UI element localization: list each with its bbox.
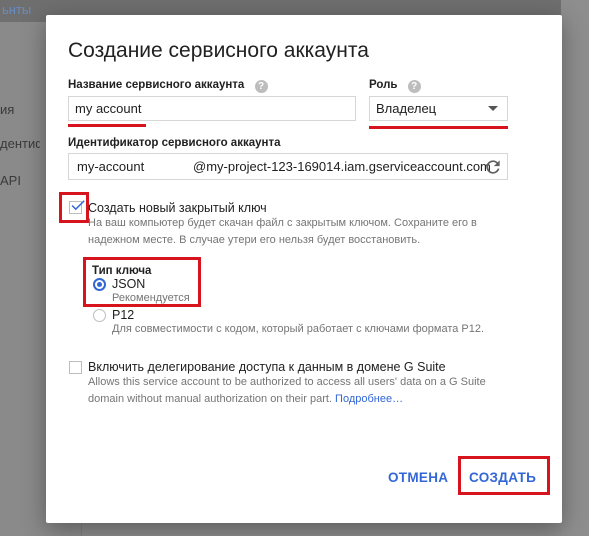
service-account-id-label: Идентификатор сервисного аккаунта: [68, 137, 281, 149]
highlight-box: [458, 456, 550, 495]
gsuite-delegation-label[interactable]: Включить делегирование доступа к данным …: [88, 360, 446, 374]
background-sidebar-item: дентифи: [0, 136, 40, 151]
create-key-label[interactable]: Создать новый закрытый ключ: [88, 201, 267, 215]
json-option-label[interactable]: JSON: [112, 277, 145, 291]
cancel-button[interactable]: ОТМЕНА: [388, 470, 448, 485]
create-key-hint: На ваш компьютер будет скачан файл с зак…: [88, 215, 477, 249]
p12-radio[interactable]: [93, 309, 106, 322]
background-sidebar-item: ия: [0, 102, 15, 117]
service-account-id-field[interactable]: my-account @my-project-123-169014.iam.gs…: [68, 153, 508, 180]
service-account-name-label: Название сервисного аккаунта ?: [68, 79, 268, 93]
learn-more-link[interactable]: Подробнее…: [335, 393, 403, 405]
gsuite-hint-line: Allows this service account to be author…: [88, 376, 486, 388]
help-icon[interactable]: ?: [254, 80, 268, 93]
role-select[interactable]: Владелец: [369, 96, 508, 121]
gsuite-delegation-checkbox[interactable]: [69, 361, 82, 374]
service-account-name-input[interactable]: [68, 96, 356, 121]
dialog-title: Создание сервисного аккаунта: [68, 39, 369, 62]
p12-option-label[interactable]: P12: [112, 308, 134, 322]
refresh-icon[interactable]: [483, 157, 503, 177]
background-right-panel: [561, 0, 589, 536]
service-account-name-label-text: Название сервисного аккаунта: [68, 79, 245, 91]
json-option-hint: Рекомендуется: [112, 292, 190, 304]
gsuite-hint-line: domain without manual authorization on t…: [88, 393, 332, 405]
highlight-box: [59, 192, 89, 223]
service-account-id-value[interactable]: my-account: [77, 159, 144, 174]
service-account-id-domain: @my-project-123-169014.iam.gserviceaccou…: [193, 159, 491, 174]
role-selected-value: Владелец: [376, 101, 437, 116]
key-type-label: Тип ключа: [92, 265, 152, 277]
create-service-account-dialog: Создание сервисного аккаунта Название се…: [46, 15, 562, 523]
background-title: ьнты: [2, 2, 32, 17]
gsuite-delegation-hint: Allows this service account to be author…: [88, 374, 486, 408]
p12-option-hint: Для совместимости с кодом, который работ…: [112, 323, 485, 335]
highlight-underline: [68, 124, 146, 127]
role-label-text: Роль: [369, 79, 398, 91]
help-icon[interactable]: ?: [407, 80, 421, 93]
json-radio[interactable]: [93, 278, 106, 291]
highlight-underline: [369, 126, 508, 129]
create-key-hint-line: надежном месте. В случае утери его нельз…: [88, 234, 421, 246]
background-sidebar-item: API: [0, 173, 21, 188]
create-key-hint-line: На ваш компьютер будет скачан файл с зак…: [88, 217, 477, 229]
role-label: Роль ?: [369, 79, 421, 93]
chevron-down-icon: [488, 106, 498, 111]
